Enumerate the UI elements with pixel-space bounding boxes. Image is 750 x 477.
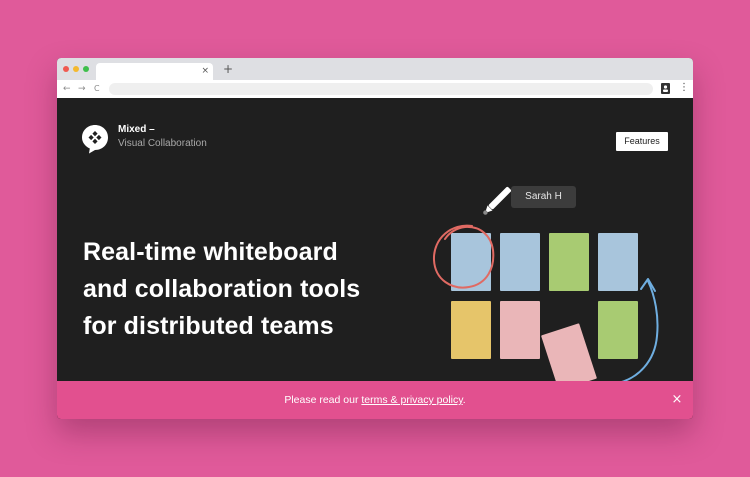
cookie-banner: Please read our terms & privacy policy. … (57, 381, 693, 419)
whiteboard-illustration (432, 186, 659, 385)
reload-icon[interactable]: C (94, 82, 100, 96)
annotation-arrow (612, 280, 659, 385)
window-minimize-button[interactable] (73, 66, 79, 72)
cookie-banner-text: Please read our terms & privacy policy. (57, 381, 693, 419)
tab-close-icon[interactable]: × (201, 64, 209, 79)
profile-extension-icon[interactable] (661, 83, 670, 94)
url-input[interactable] (109, 83, 653, 95)
back-icon[interactable]: ← (63, 82, 71, 96)
banner-text-after: . (462, 394, 466, 406)
forward-icon[interactable]: → (78, 82, 86, 96)
terms-privacy-link[interactable]: terms & privacy policy (361, 394, 462, 406)
browser-address-bar: ← → C ⋮ (57, 80, 693, 99)
window-maximize-button[interactable] (83, 66, 89, 72)
annotation-circle (432, 224, 495, 289)
new-tab-icon[interactable]: + (223, 62, 233, 76)
annotation-arrowhead (640, 278, 656, 292)
pen-cursor-icon (483, 186, 512, 215)
window-controls (63, 66, 89, 72)
browser-menu-icon[interactable]: ⋮ (679, 81, 689, 95)
collaborator-cursor-label: Sarah H (511, 186, 576, 208)
browser-window: × + ← → C ⋮ Mixed – Visual Collaboration… (57, 58, 693, 419)
web-page: Mixed – Visual Collaboration Features Re… (57, 98, 693, 419)
window-close-button[interactable] (63, 66, 69, 72)
banner-text-before: Please read our (284, 394, 362, 406)
close-icon[interactable]: × (669, 392, 685, 408)
browser-tab[interactable]: × (96, 63, 213, 80)
browser-tab-bar: × + (57, 58, 693, 80)
